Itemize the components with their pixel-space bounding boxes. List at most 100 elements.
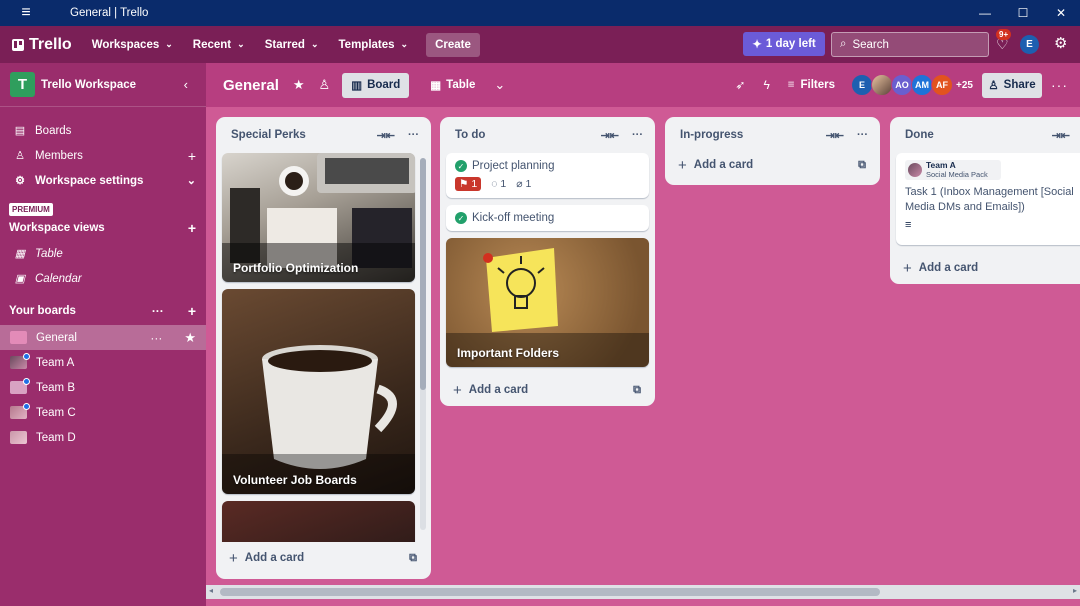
star-icon[interactable]: ★ (293, 77, 305, 93)
sidebar-item-calendar-view[interactable]: ▣ Calendar (0, 266, 206, 291)
list-special-perks: Special Perks ⇥⇤ ··· Portfolio Optimizati… (216, 117, 431, 579)
scroll-left-icon[interactable]: ◂ (209, 586, 213, 595)
nav-templates[interactable]: Templates ⌄ (339, 39, 409, 51)
create-button[interactable]: Create (426, 32, 480, 57)
chevron-down-icon: ⌄ (237, 39, 245, 49)
more-options-icon[interactable]: ··· (152, 304, 164, 318)
scrollbar-thumb[interactable] (220, 588, 880, 596)
collapse-list-icon[interactable]: ⇥⇤ (1052, 129, 1070, 142)
sidebar-item-boards[interactable]: ▤ Boards (0, 118, 206, 143)
add-card-button[interactable]: + Add a card ⧉ (665, 149, 880, 181)
board-thumbnail (10, 431, 27, 444)
collapse-list-icon[interactable]: ⇥⇤ (601, 129, 619, 142)
member-avatar[interactable]: AM (911, 74, 934, 96)
card-project-planning[interactable]: ✓ Project planning ⚑ 1 ◌ 1 ⌀ 1 (446, 153, 649, 198)
nav-templates-label: Templates (338, 38, 395, 51)
add-card-button[interactable]: + Add a card ⧉ (440, 374, 655, 406)
search-input[interactable]: ⌕ Search (831, 32, 989, 57)
trial-button[interactable]: ✦ 1 day left (743, 32, 825, 56)
description-icon: ≡ (905, 219, 912, 231)
board-view-button[interactable]: ▥ Board (342, 72, 410, 98)
sidebar-item-board-team-a[interactable]: Team A (0, 350, 206, 375)
sidebar-item-workspace-settings[interactable]: ⚙ Workspace settings ⌄ (0, 168, 206, 193)
rocket-icon[interactable]: ➶ (735, 78, 745, 92)
nav-starred-label: Starred (264, 38, 305, 51)
list-title[interactable]: Done (905, 129, 934, 141)
member-avatar[interactable]: AO (891, 74, 914, 96)
trello-logo-icon (12, 38, 24, 51)
table-view-button[interactable]: ▦ Table (421, 73, 484, 98)
card-cover-partial[interactable] (222, 501, 415, 542)
list-menu-icon[interactable]: ··· (857, 129, 868, 142)
collapse-sidebar-icon[interactable]: ‹ (184, 77, 188, 92)
add-view-icon[interactable]: + (188, 220, 196, 236)
nav-workspaces[interactable]: Workspaces ⌄ (92, 39, 173, 51)
board-members[interactable]: E AO AM AF (851, 74, 954, 96)
sidebar-item-board-team-b[interactable]: Team B (0, 375, 206, 400)
sidebar-item-board-team-d[interactable]: Team D (0, 425, 206, 450)
add-card-button[interactable]: + Add a card (890, 252, 1080, 284)
nav-recent[interactable]: Recent ⌄ (193, 39, 245, 51)
sidebar-item-table-view[interactable]: ▦ Table (0, 241, 206, 266)
more-members-count[interactable]: +25 (956, 80, 973, 91)
workspace-name[interactable]: Trello Workspace (41, 79, 136, 91)
list-title[interactable]: Special Perks (231, 129, 306, 141)
minimize-button[interactable]: — (966, 6, 1004, 20)
close-window-button[interactable]: ✕ (1042, 6, 1080, 20)
board-menu-icon[interactable]: ··· (1051, 77, 1068, 93)
card-task-1[interactable]: Team A Social Media Pack Task 1 (Inbox M… (896, 153, 1080, 245)
card-important-folders[interactable]: Important Folders (446, 238, 649, 367)
board-icon: ▥ (351, 80, 363, 92)
view-label: Board (367, 79, 401, 91)
notifications-button[interactable]: ♡ 9+ (996, 29, 1012, 53)
board-horizontal-scrollbar[interactable]: ◂ ▸ (206, 585, 1080, 599)
card-template-icon[interactable]: ⧉ (858, 159, 866, 172)
card-volunteer-job-boards[interactable]: Volunteer Job Boards (222, 289, 415, 494)
chevron-down-icon[interactable]: ⌄ (494, 77, 505, 93)
sidebar-item-label: Table (35, 247, 63, 260)
sidebar-item-members[interactable]: ♙ Members + (0, 143, 206, 168)
scroll-right-icon[interactable]: ▸ (1073, 586, 1077, 595)
lightning-icon[interactable]: ϟ (763, 78, 769, 92)
list-title[interactable]: In-progress (680, 129, 743, 141)
card-template-icon[interactable]: ⧉ (633, 384, 641, 397)
card-title: Important Folders (457, 346, 560, 360)
add-card-button[interactable]: + Add a card ⧉ (216, 542, 431, 574)
filter-icon: ≡ (787, 79, 795, 91)
list-menu-icon[interactable]: ··· (632, 129, 643, 142)
account-avatar[interactable]: E (1020, 35, 1039, 54)
sidebar-item-board-team-c[interactable]: Team C (0, 400, 206, 425)
sidebar-item-board-general[interactable]: General ··· ★ (0, 325, 206, 350)
nav-starred[interactable]: Starred ⌄ (265, 39, 319, 51)
filters-button[interactable]: ≡ Filters (788, 79, 835, 91)
hamburger-menu-icon[interactable]: ≡ (0, 4, 52, 22)
collapse-list-icon[interactable]: ⇥⇤ (377, 129, 395, 142)
card-kick-off-meeting[interactable]: ✓ Kick-off meeting (446, 205, 649, 231)
share-label: Share (1003, 79, 1036, 91)
add-member-icon[interactable]: + (188, 148, 196, 164)
list-menu-icon[interactable]: ··· (408, 129, 419, 142)
more-options-icon[interactable]: ··· (150, 331, 162, 345)
list-title[interactable]: To do (455, 129, 485, 141)
gear-icon[interactable]: ⚙ (1054, 34, 1067, 52)
team-subtitle: Social Media Pack (926, 170, 988, 179)
card-cover-image (222, 345, 415, 494)
member-avatar[interactable]: E (851, 74, 874, 96)
board-title[interactable]: General (223, 77, 279, 94)
card-portfolio-optimization[interactable]: Portfolio Optimization (222, 153, 415, 282)
pin-icon: ⚑ (459, 178, 469, 190)
share-button[interactable]: ♙ Share (982, 72, 1042, 98)
trello-logo[interactable]: Trello (12, 36, 72, 54)
list-scrollbar[interactable] (420, 158, 426, 530)
comment-badge: ◌ 1 (491, 178, 506, 190)
add-board-icon[interactable]: + (188, 303, 196, 319)
collapse-list-icon[interactable]: ⇥⇤ (826, 129, 844, 142)
star-icon[interactable]: ★ (184, 330, 196, 346)
plus-icon: + (453, 381, 462, 399)
card-template-icon[interactable]: ⧉ (409, 552, 417, 565)
maximize-button[interactable]: ☐ (1004, 6, 1042, 20)
visibility-icon[interactable]: ♙ (319, 77, 331, 93)
member-avatar[interactable]: AF (931, 74, 954, 96)
chevron-down-icon: ⌄ (165, 39, 173, 49)
member-avatar[interactable] (871, 74, 894, 96)
